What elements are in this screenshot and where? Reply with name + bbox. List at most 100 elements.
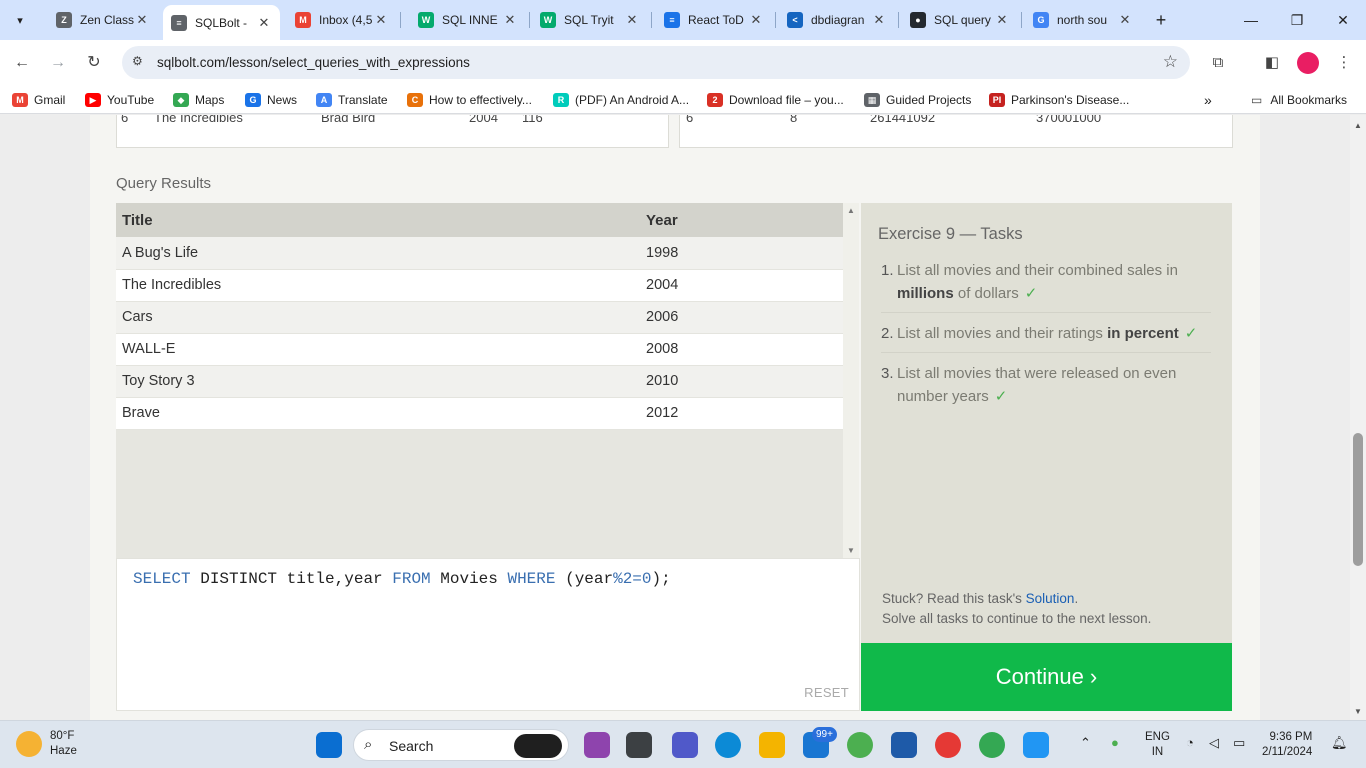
scroll-up-icon[interactable]: ▲ — [1350, 121, 1366, 130]
browser-tab[interactable]: ≡ SQLBolt - ✕ — [163, 5, 280, 40]
back-button[interactable]: ← — [9, 50, 35, 76]
extensions-icon[interactable]: ⧉ — [1207, 52, 1229, 74]
copilot-icon[interactable] — [514, 734, 562, 758]
language-indicator[interactable]: ENG IN — [1145, 730, 1170, 760]
new-tab-button[interactable]: + — [1150, 9, 1172, 31]
translate-icon: A — [316, 93, 332, 107]
chrome-icon[interactable] — [979, 732, 1005, 758]
close-tab-icon[interactable]: ✕ — [256, 15, 272, 31]
clock[interactable]: 9:36 PM 2/11/2024 — [1262, 730, 1312, 760]
edge-icon[interactable] — [715, 732, 741, 758]
bookmark-item[interactable]: G News — [245, 91, 297, 109]
task-text: List all movies and their combined sales… — [897, 262, 1178, 279]
pi-icon: PI — [989, 93, 1005, 107]
bookmark-item[interactable]: 2 Download file – you... — [707, 91, 844, 109]
file-explorer-icon[interactable] — [759, 732, 785, 758]
browser-tab[interactable]: M Inbox (4,5 ✕ — [287, 6, 397, 34]
tab-strip: ▾ Z Zen Class ✕ ≡ SQLBolt - ✕ M Inbox (4,5 ✕ W SQL… — [0, 0, 1366, 40]
peek-cell: Brad Bird — [321, 115, 376, 125]
teams-icon[interactable] — [672, 732, 698, 758]
peek-cell: 370001000 — [1036, 115, 1102, 125]
scroll-down-icon[interactable]: ▼ — [843, 546, 859, 555]
sql-query-text[interactable]: SELECT DISTINCT title,year FROM Movies W… — [133, 570, 671, 588]
bookmark-star-icon[interactable]: ☆ — [1163, 52, 1178, 72]
volume-icon[interactable]: ◁ — [1209, 735, 1219, 751]
minimize-button[interactable]: — — [1228, 8, 1274, 32]
tab-title: React ToD — [688, 13, 744, 27]
show-hidden-icons-button[interactable]: ⌃ — [1080, 735, 1091, 751]
taskbar-search[interactable]: ⌕ Search — [353, 729, 569, 761]
task-text: List all movies and their ratings — [897, 325, 1108, 342]
browser-tab[interactable]: W SQL INNE ✕ — [410, 6, 526, 34]
reset-button[interactable]: RESET — [804, 685, 849, 700]
table-peek-left: 6 The Incredibles Brad Bird 2004 116 — [116, 115, 669, 148]
wifi-icon[interactable]: ◔ — [1186, 735, 1194, 750]
photos-icon[interactable] — [1023, 732, 1049, 758]
store-icon[interactable] — [891, 732, 917, 758]
restore-button[interactable]: ❐ — [1274, 8, 1320, 32]
bookmark-label: Download file – you... — [729, 93, 844, 107]
tab-search-button[interactable]: ▾ — [8, 8, 32, 32]
forward-button[interactable]: → — [45, 50, 71, 76]
continue-button[interactable]: Continue › — [861, 643, 1232, 711]
scroll-down-icon[interactable]: ▼ — [1350, 707, 1366, 716]
url-text[interactable]: sqlbolt.com/lesson/select_queries_with_e… — [157, 55, 470, 70]
close-tab-icon[interactable]: ✕ — [134, 12, 150, 28]
browser-tab[interactable]: ≡ React ToD ✕ — [656, 6, 772, 34]
page-scrollbar[interactable]: ▲ ▼ — [1350, 115, 1366, 720]
language-code: ENG — [1145, 731, 1170, 743]
weather-widget[interactable]: 80°F Haze — [16, 729, 77, 759]
all-bookmarks-button[interactable]: ▭ All Bookmarks — [1237, 91, 1347, 109]
close-window-button[interactable]: ✕ — [1320, 8, 1366, 32]
site-icon: C — [407, 93, 423, 107]
task-emphasis: millions — [897, 285, 954, 302]
reload-button[interactable]: ↻ — [81, 50, 107, 76]
menu-icon[interactable]: ⋮ — [1333, 52, 1355, 74]
table-row: WALL-E 2008 — [116, 333, 843, 366]
profile-avatar[interactable] — [1297, 52, 1319, 74]
browser-tab[interactable]: W SQL Tryit ✕ — [532, 6, 648, 34]
browser-tab[interactable]: ● SQL query ✕ — [902, 6, 1018, 34]
continue-hint: Solve all tasks to continue to the next … — [882, 611, 1152, 626]
bookmark-item[interactable]: A Translate — [316, 91, 388, 109]
browser-tab[interactable]: Gnorth sou ✕ — [1025, 6, 1141, 34]
bookmark-item[interactable]: R (PDF) An Android A... — [553, 91, 689, 109]
close-tab-icon[interactable]: ✕ — [624, 12, 640, 28]
wps-office-icon[interactable] — [935, 732, 961, 758]
bookmark-item[interactable]: C How to effectively... — [407, 91, 532, 109]
windows-start-icon[interactable] — [316, 732, 342, 758]
bookmark-item[interactable]: ◆ Maps — [173, 91, 224, 109]
more-bookmarks-button[interactable]: » — [1204, 91, 1212, 109]
battery-icon[interactable]: ▭ — [1233, 735, 1245, 751]
close-tab-icon[interactable]: ✕ — [994, 12, 1010, 28]
close-tab-icon[interactable]: ✕ — [1117, 12, 1133, 28]
task-number: 2. — [881, 325, 894, 342]
results-scrollbar[interactable]: ▲ ▼ — [843, 203, 859, 558]
bookmark-item[interactable]: ▶ YouTube — [85, 91, 154, 109]
app-ring-icon[interactable] — [847, 732, 873, 758]
side-panel-icon[interactable]: ◧ — [1261, 52, 1283, 74]
scrollbar-thumb[interactable] — [1353, 433, 1363, 566]
close-tab-icon[interactable]: ✕ — [748, 12, 764, 28]
site-settings-icon[interactable]: ⚙ — [132, 54, 143, 68]
scroll-up-icon[interactable]: ▲ — [843, 206, 859, 215]
tray-app-icon[interactable]: ● — [1111, 735, 1119, 750]
task-view-icon[interactable] — [626, 732, 652, 758]
browser-tab[interactable]: < dbdiagran ✕ — [779, 6, 895, 34]
bookmark-item[interactable]: ▦ Guided Projects — [864, 91, 971, 109]
copilot-pre-icon[interactable] — [584, 732, 610, 758]
bookmark-item[interactable]: M Gmail — [12, 91, 65, 109]
address-bar[interactable]: ⚙ sqlbolt.com/lesson/select_queries_with… — [122, 46, 1190, 79]
task-item: 2. List all movies and their ratings in p… — [881, 320, 1211, 353]
notifications-bell-icon[interactable]: 🔔︎ — [1331, 735, 1348, 751]
browser-tab[interactable]: Z Zen Class ✕ — [48, 6, 158, 34]
close-tab-icon[interactable]: ✕ — [502, 12, 518, 28]
close-tab-icon[interactable]: ✕ — [373, 12, 389, 28]
close-tab-icon[interactable]: ✕ — [871, 12, 887, 28]
sql-text: Movies — [430, 570, 508, 588]
cell-year: 1998 — [640, 237, 843, 270]
region-code: IN — [1151, 746, 1164, 758]
bookmark-item[interactable]: PI Parkinson's Disease... — [989, 91, 1129, 109]
sql-editor[interactable]: SELECT DISTINCT title,year FROM Movies W… — [116, 558, 860, 711]
solution-link[interactable]: Solution — [1026, 591, 1075, 606]
